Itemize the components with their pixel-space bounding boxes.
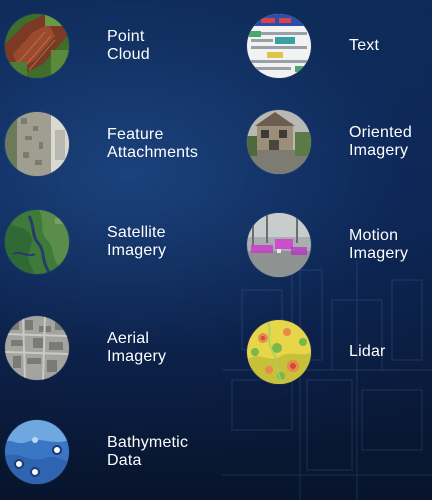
item-lidar[interactable]: Lidar (247, 320, 429, 384)
item-feature-attachments[interactable]: Feature Attachments (5, 112, 227, 176)
oriented-imagery-thumbnail (247, 110, 311, 174)
item-point-cloud[interactable]: Point Cloud (5, 14, 227, 78)
item-aerial-imagery[interactable]: Aerial Imagery (5, 316, 227, 380)
lidar-thumbnail (247, 320, 311, 384)
aerial-imagery-thumbnail (5, 316, 69, 380)
item-label: Lidar (349, 343, 386, 360)
item-label: Satellite Imagery (107, 224, 167, 259)
text-thumbnail (247, 14, 311, 78)
item-label: Aerial Imagery (107, 330, 167, 365)
item-label: Oriented Imagery (349, 124, 412, 159)
point-cloud-thumbnail (5, 14, 69, 78)
item-label: Bathymetic Data (107, 434, 189, 469)
item-label: Motion Imagery (349, 227, 409, 262)
item-motion-imagery[interactable]: Motion Imagery (247, 213, 429, 277)
item-label: Point Cloud (107, 28, 150, 63)
item-label: Feature Attachments (107, 126, 199, 161)
satellite-imagery-thumbnail (5, 210, 69, 274)
item-satellite-imagery[interactable]: Satellite Imagery (5, 210, 227, 274)
item-oriented-imagery[interactable]: Oriented Imagery (247, 110, 429, 174)
bathymetric-data-thumbnail (5, 420, 69, 484)
item-label: Text (349, 37, 380, 54)
feature-attachments-thumbnail (5, 112, 69, 176)
item-bathymetic-data[interactable]: Bathymetic Data (5, 420, 227, 484)
item-text[interactable]: Text (247, 14, 429, 78)
motion-imagery-thumbnail (247, 213, 311, 277)
